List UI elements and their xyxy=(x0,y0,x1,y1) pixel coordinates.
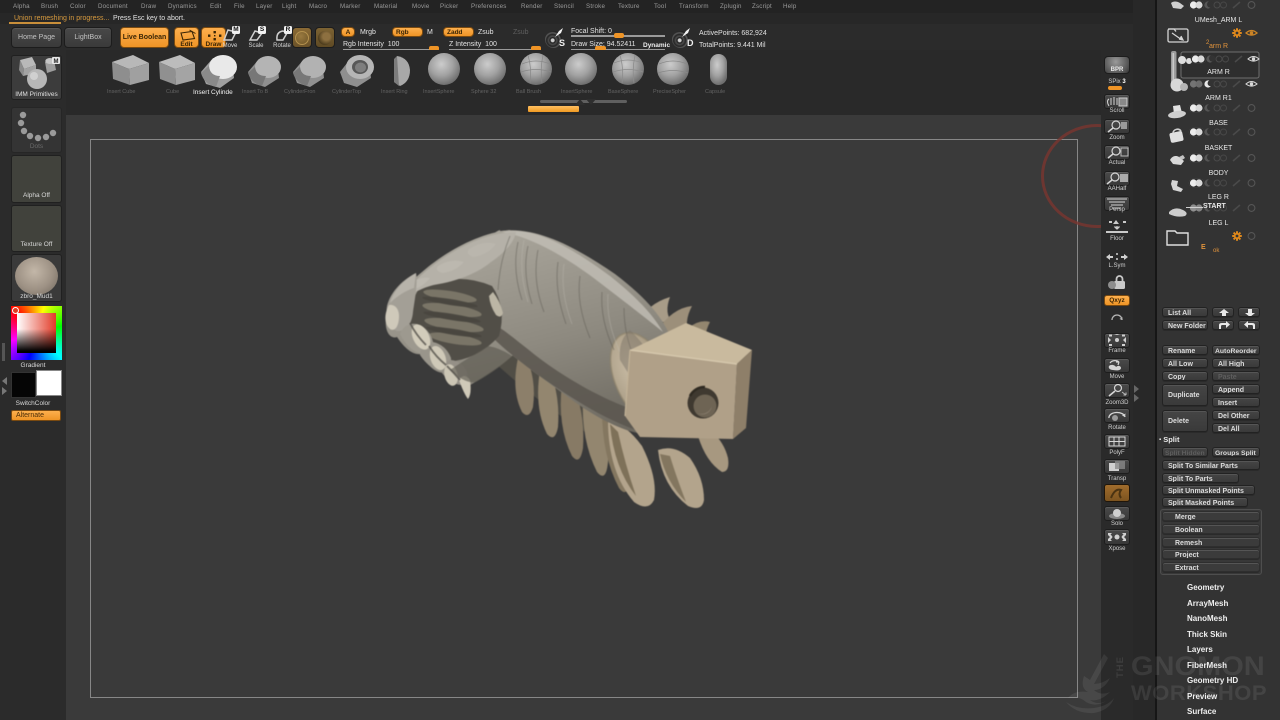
svg-text:M: M xyxy=(54,59,59,65)
